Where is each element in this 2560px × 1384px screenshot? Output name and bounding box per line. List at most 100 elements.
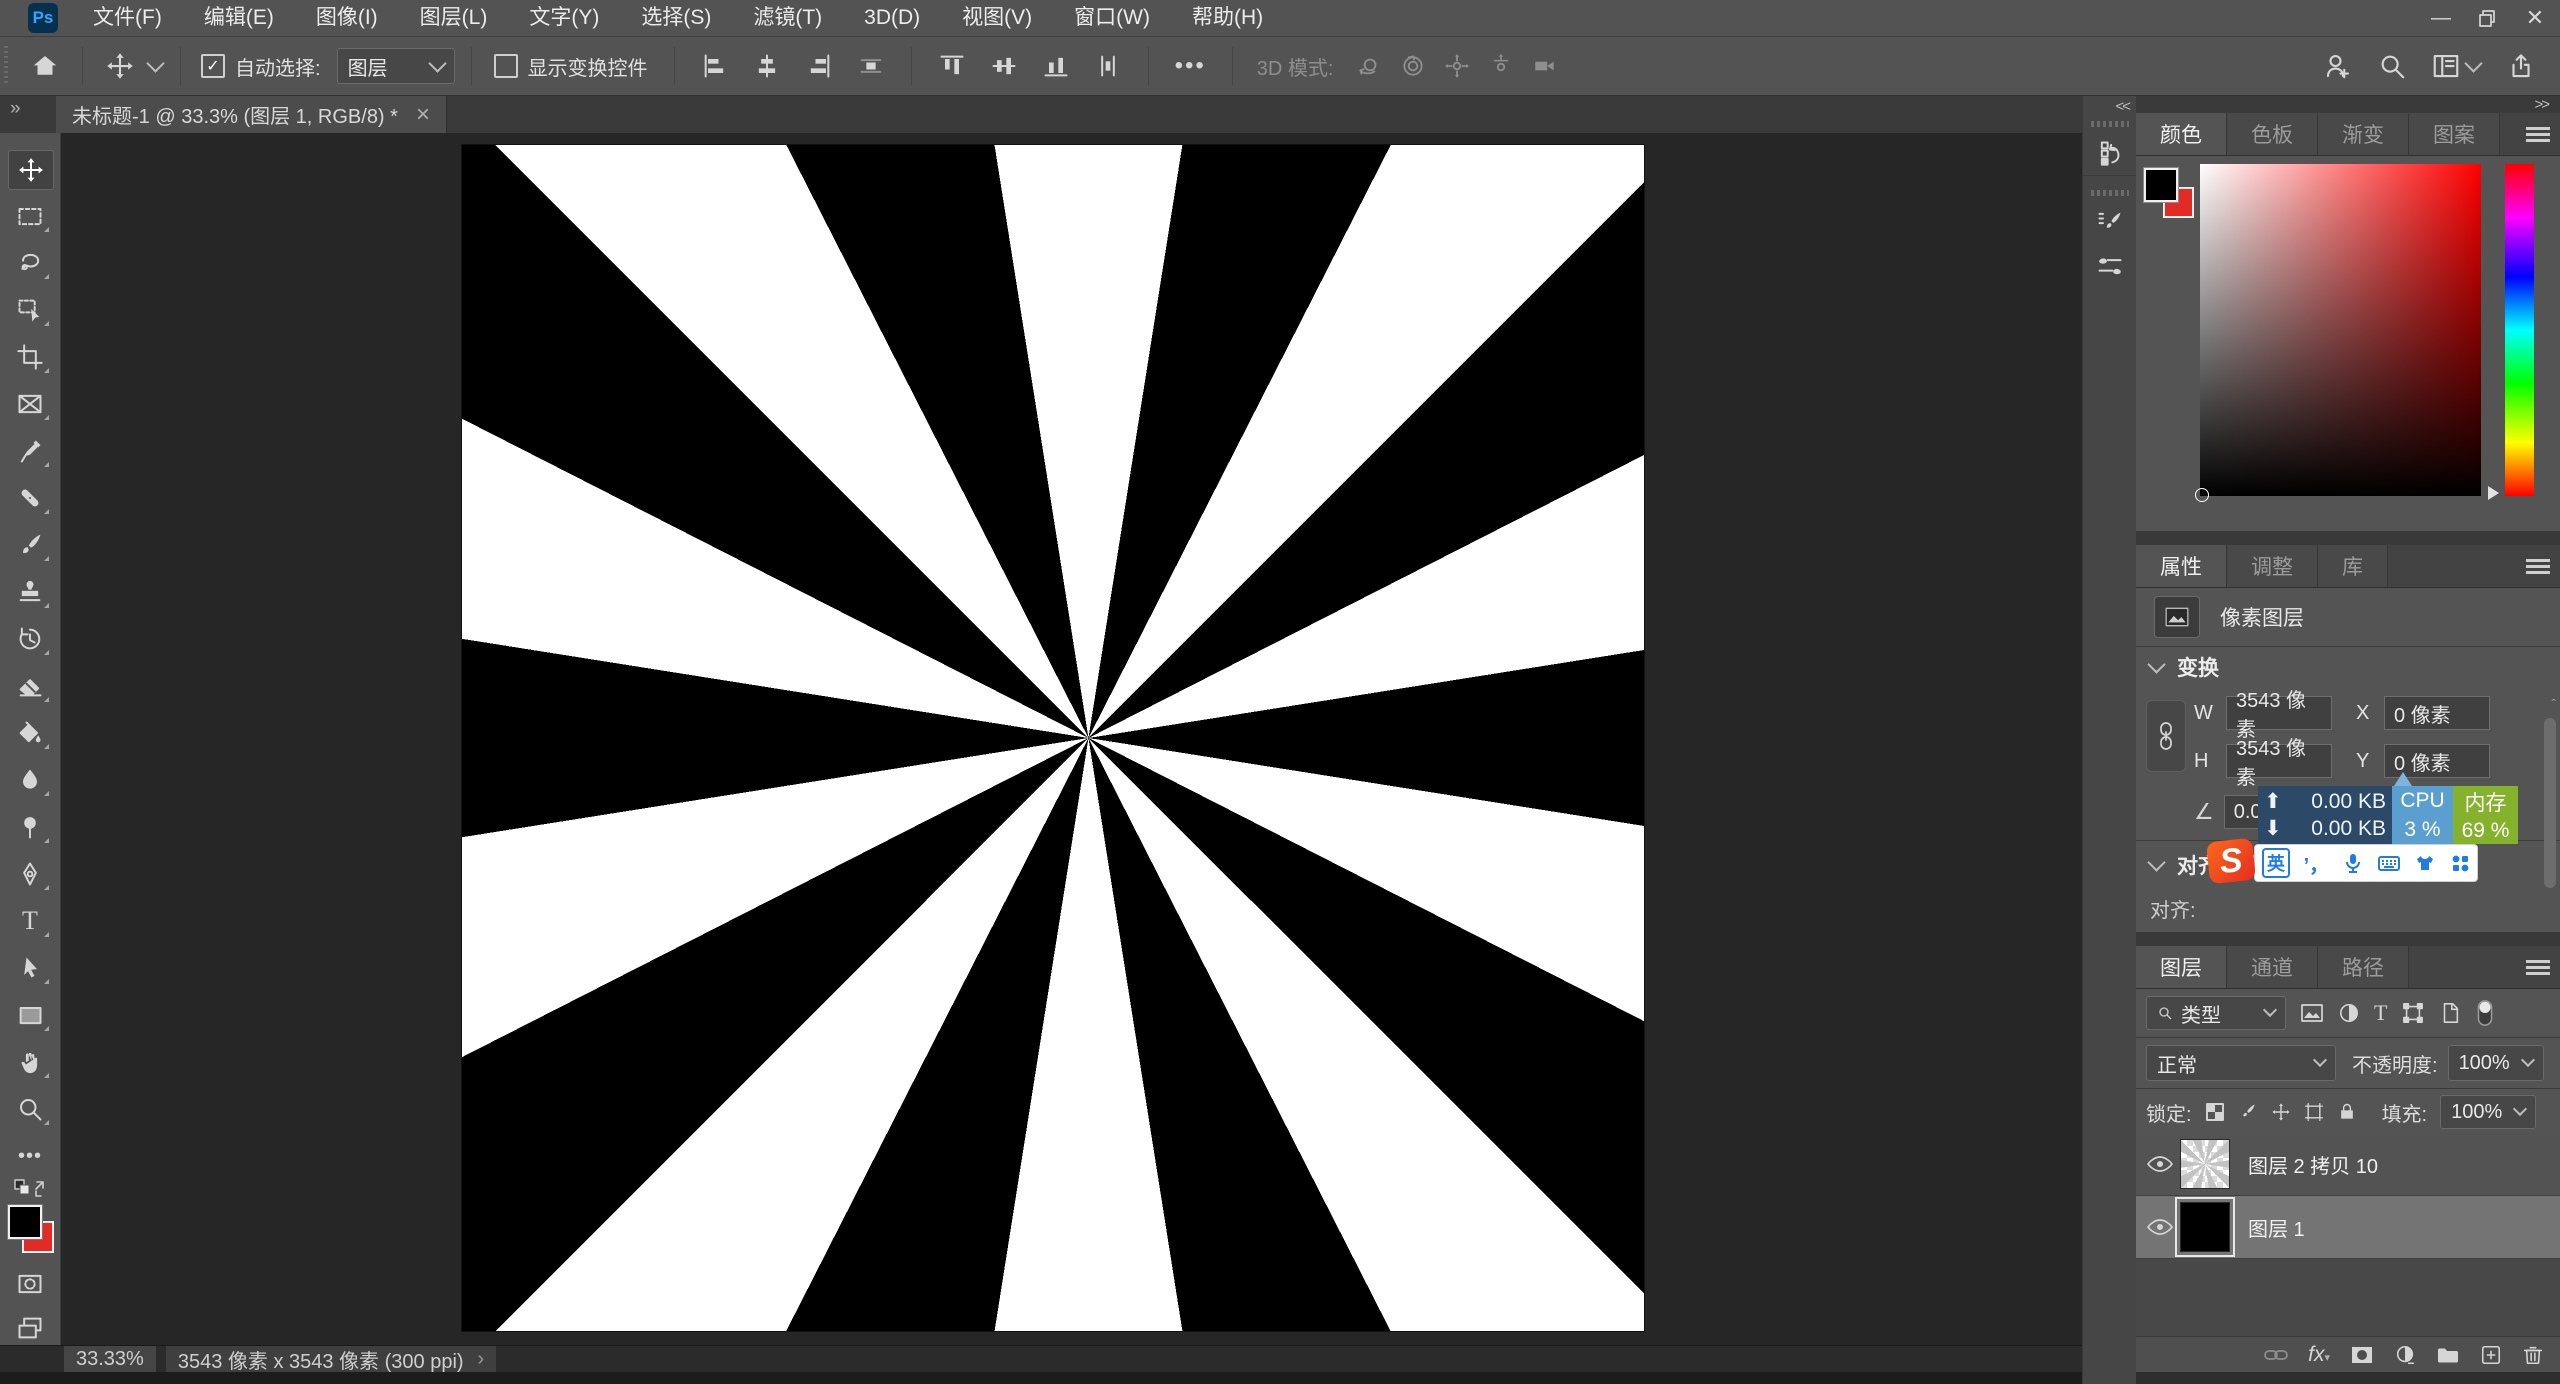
menu-layer[interactable]: 图层(L) [399,0,509,36]
tab-gradients[interactable]: 渐变 [2318,113,2409,155]
share-image-icon[interactable] [2496,51,2560,81]
eraser-tool[interactable] [8,667,52,705]
color-panel-menu-icon[interactable] [2526,124,2550,145]
x-field[interactable]: 0 像素 [2384,696,2490,730]
auto-select-target-dropdown[interactable]: 图层 [337,48,455,84]
layer-visibility-eye-icon[interactable] [2146,1154,2174,1174]
align-vertical-centers-icon[interactable] [978,52,1030,80]
hue-slider-thumb[interactable] [2488,486,2499,500]
default-and-swap-colors[interactable] [8,1176,52,1202]
sogou-ime-logo[interactable]: S [2206,838,2256,885]
tab-channels[interactable]: 通道 [2227,946,2318,988]
dodge-tool[interactable] [8,808,52,846]
foreground-color-swatch[interactable] [8,1205,42,1239]
distribute-vertical-centers-icon[interactable] [1082,52,1134,80]
menu-filter[interactable]: 滤镜(T) [732,0,843,36]
distribute-horizontal-centers-icon[interactable] [845,52,897,80]
hue-slider-bar[interactable] [2505,164,2534,496]
window-minimize-button[interactable]: — [2418,7,2464,30]
menu-3d[interactable]: 3D(D) [843,0,941,36]
tab-properties[interactable]: 属性 [2136,545,2227,587]
paint-bucket-tool[interactable] [8,714,52,752]
lock-pixels-icon[interactable] [2238,1102,2258,1122]
auto-select-checkbox[interactable]: ✓ [201,54,225,78]
width-field[interactable]: 3543 像素 [2226,696,2332,730]
filter-adjustment-layers-icon[interactable] [2338,1002,2360,1024]
ime-keyboard-icon[interactable] [2377,853,2401,873]
menu-view[interactable]: 视图(V) [941,0,1053,36]
layer-visibility-eye-icon[interactable] [2146,1217,2174,1237]
tab-color[interactable]: 颜色 [2136,113,2227,155]
object-selection-tool[interactable] [8,291,52,329]
layer-row-layer1[interactable]: 图层 1 [2136,1196,2560,1259]
layer-style-fx-button[interactable]: fx▾ [2308,1343,2330,1367]
history-brush-tool[interactable] [8,620,52,658]
filter-type-layers-icon[interactable]: T [2374,1000,2387,1026]
healing-brush-tool[interactable] [8,479,52,517]
move-tool-preset-icon[interactable] [83,51,149,81]
dock-collapse-chevrons[interactable]: >> [2534,96,2548,113]
share-for-review-icon[interactable] [2311,51,2365,81]
toolbar-collapse-chevrons[interactable]: » [10,98,21,120]
align-horizontal-centers-icon[interactable] [741,52,793,80]
workspace-chevron-icon[interactable] [2464,54,2482,72]
add-layer-mask-button[interactable] [2350,1345,2374,1365]
ime-language-mode-button[interactable]: 英 [2262,848,2290,878]
new-adjustment-layer-button[interactable] [2394,1344,2416,1366]
zoom-tool[interactable] [8,1090,52,1128]
hand-tool[interactable] [8,1043,52,1081]
tab-paths[interactable]: 路径 [2318,946,2409,988]
workspace-switcher-icon[interactable] [2419,51,2467,81]
type-tool[interactable]: T [8,902,52,940]
color-picker-cursor[interactable] [2195,488,2209,502]
search-icon[interactable] [2365,51,2419,81]
lock-position-icon[interactable] [2271,1102,2291,1122]
window-close-button[interactable]: ✕ [2510,5,2560,31]
opacity-dropdown[interactable]: 100% [2448,1045,2544,1081]
align-bottom-edges-icon[interactable] [1030,52,1082,80]
layer-row-copy10[interactable]: 图层 2 拷贝 10 [2136,1133,2560,1196]
menu-file[interactable]: 文件(F) [72,0,183,36]
blur-tool[interactable] [8,761,52,799]
move-tool[interactable] [8,150,54,190]
layer-name[interactable]: 图层 1 [2248,1213,2305,1242]
layer-filter-type-dropdown[interactable]: 类型 [2146,996,2286,1030]
properties-panel-menu-icon[interactable] [2526,556,2550,577]
lock-artboard-icon[interactable] [2304,1102,2324,1122]
ime-toolbox-icon[interactable] [2450,853,2470,873]
layer-name[interactable]: 图层 2 拷贝 10 [2248,1150,2378,1179]
tab-adjustments[interactable]: 调整 [2227,545,2318,587]
document-tab-close-icon[interactable]: × [416,101,430,129]
menu-select[interactable]: 选择(S) [620,0,732,36]
lock-all-icon[interactable] [2337,1102,2357,1122]
delete-layer-button[interactable] [2522,1344,2544,1366]
panel-foreground-swatch[interactable] [2144,168,2178,202]
new-layer-button[interactable] [2480,1344,2502,1366]
ime-skin-icon[interactable] [2414,853,2436,873]
filter-toggle-switch[interactable] [2475,999,2495,1027]
tab-patterns[interactable]: 图案 [2409,113,2500,155]
menu-type[interactable]: 文字(Y) [508,0,620,36]
height-field[interactable]: 3543 像素 [2226,744,2332,778]
history-panel-icon[interactable] [2083,131,2137,176]
fill-dropdown[interactable]: 100% [2440,1095,2536,1129]
home-icon[interactable] [8,51,82,81]
window-restore-button[interactable] [2464,9,2510,27]
quick-mask-button[interactable] [8,1265,52,1303]
zoom-level-field[interactable]: 33.33% [64,1346,156,1373]
align-distribute-collapse-chevron-icon[interactable] [2147,853,2165,871]
filter-shape-layers-icon[interactable] [2401,1002,2425,1024]
align-right-edges-icon[interactable] [793,52,845,80]
pen-tool[interactable] [8,855,52,893]
layer-thumbnail-black[interactable] [2180,1202,2230,1252]
tab-layers[interactable]: 图层 [2136,946,2227,988]
menu-help[interactable]: 帮助(H) [1171,0,1284,36]
transform-collapse-chevron-icon[interactable] [2147,655,2165,673]
brush-settings-panel-icon[interactable] [2083,200,2137,244]
ime-microphone-icon[interactable] [2343,852,2363,874]
eyedropper-tool[interactable] [8,432,52,470]
document-info[interactable]: 3543 像素 x 3543 像素 (300 ppi) › [166,1346,496,1373]
layer-thumbnail-starburst[interactable] [2180,1139,2230,1189]
filter-pixel-layers-icon[interactable] [2300,1002,2324,1024]
brush-tool[interactable] [8,526,52,564]
